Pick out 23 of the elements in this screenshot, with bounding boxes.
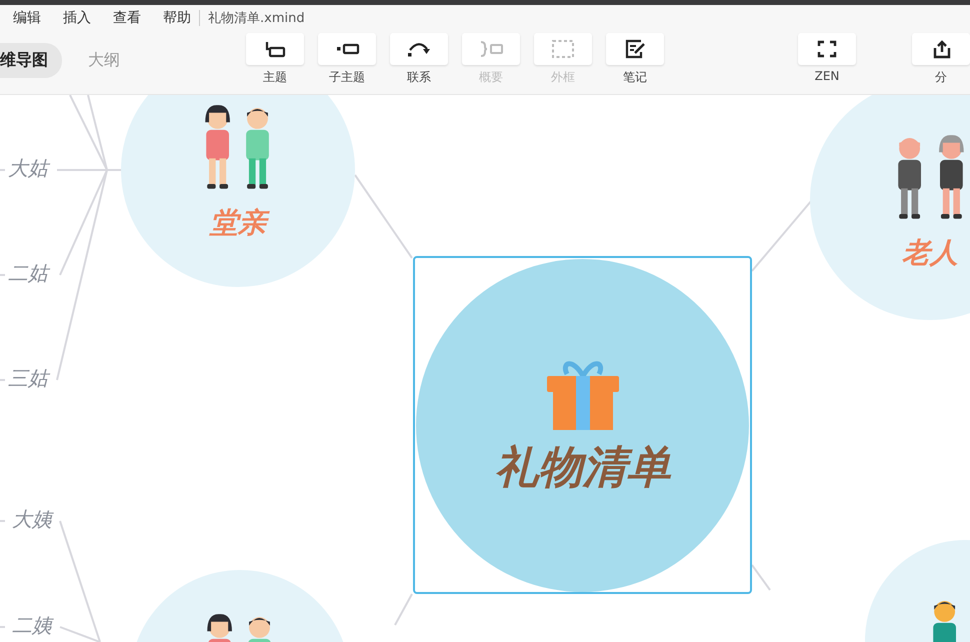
- subtopic-label: 三姑: [8, 365, 48, 392]
- connector-line: [0, 626, 5, 628]
- central-topic[interactable]: 礼物清单: [416, 258, 749, 592]
- brace-icon: [478, 39, 504, 59]
- connector-line: [394, 594, 413, 626]
- subtopic-label: 二姨: [12, 612, 52, 639]
- central-topic-label: 礼物清单: [494, 440, 670, 494]
- topic-label: 老人: [902, 234, 958, 270]
- menu-item[interactable]: 查看: [113, 8, 141, 26]
- subtopic-label: 二姑: [8, 260, 48, 287]
- view-tab[interactable]: 维导图: [0, 43, 62, 78]
- subtopic-label: 大姑: [8, 155, 48, 182]
- connector-line: [0, 379, 5, 381]
- connector-line: [751, 564, 771, 591]
- connector-line: [0, 169, 5, 171]
- connector-line: [0, 520, 5, 522]
- subtopic-label: 大姨: [12, 506, 52, 533]
- menu-item[interactable]: 编辑: [13, 8, 41, 26]
- dashed-frame-icon: [550, 39, 576, 59]
- connector-line: [0, 274, 5, 276]
- menu-item[interactable]: 插入: [63, 8, 91, 26]
- menu-item[interactable]: 帮助: [163, 8, 191, 26]
- file-name: 礼物清单.xmind: [208, 10, 305, 26]
